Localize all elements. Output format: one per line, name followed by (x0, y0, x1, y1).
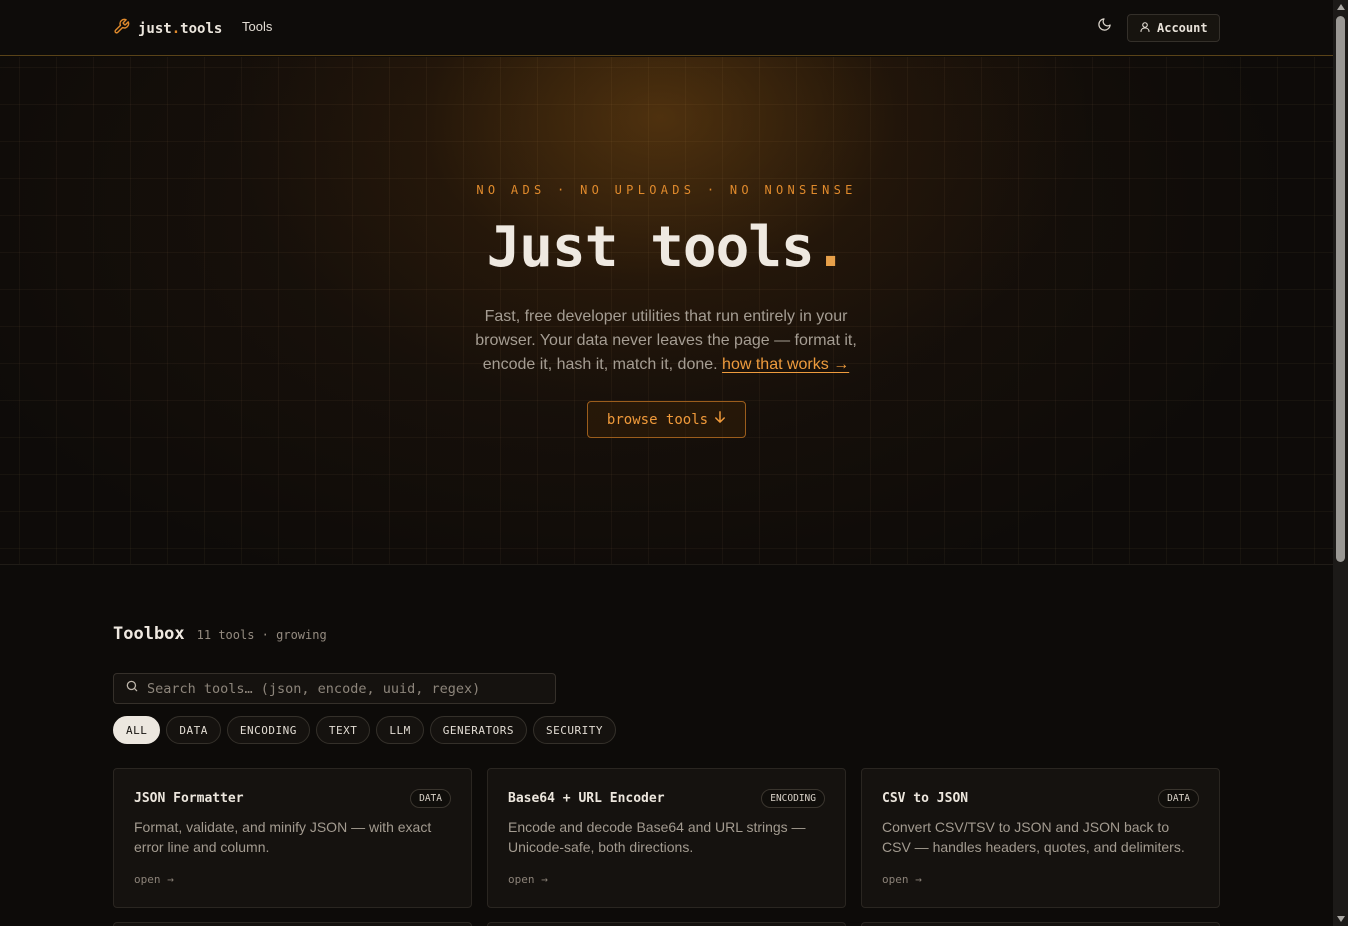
page-scrollbar[interactable] (1333, 0, 1348, 926)
tool-card-partial[interactable] (113, 922, 472, 926)
theme-toggle-button[interactable] (1094, 17, 1114, 37)
wrench-icon (113, 18, 130, 40)
filter-chip-generators[interactable]: GENERATORS (429, 716, 527, 744)
filter-chips: ALL DATA ENCODING TEXT LLM GENERATORS SE… (113, 716, 616, 744)
filter-chip-all[interactable]: ALL (113, 716, 161, 744)
logo-text: just.tools (138, 21, 223, 37)
tool-card-partial[interactable] (487, 922, 846, 926)
tool-card-title: CSV to JSON (882, 791, 969, 806)
scroll-up-arrow-icon[interactable] (1333, 0, 1348, 14)
arrow-down-icon (714, 411, 726, 428)
filter-chip-data[interactable]: DATA (166, 716, 221, 744)
tool-card-tag: ENCODING (761, 789, 825, 808)
tool-card-description: Format, validate, and minify JSON — with… (134, 819, 432, 855)
logo[interactable]: just.tools (113, 18, 222, 40)
tool-card-csv-to-json[interactable]: CSV to JSON DATA Convert CSV/TSV to JSON… (861, 768, 1220, 908)
tool-card-open-link[interactable]: open → (508, 873, 548, 886)
tool-card-tag: DATA (1158, 789, 1199, 808)
tool-card-partial[interactable] (861, 922, 1220, 926)
tool-card-tag: DATA (410, 789, 451, 808)
moon-icon (1097, 17, 1112, 37)
toolbox-count: 11 tools · growing (196, 628, 327, 642)
tool-card-title: JSON Formatter (134, 791, 244, 806)
search-input[interactable] (147, 680, 527, 697)
top-nav: just.tools Tools Account (0, 0, 1333, 56)
search-icon (125, 679, 139, 698)
nav-link-tools[interactable]: Tools (242, 19, 272, 34)
user-icon (1139, 21, 1151, 36)
filter-chip-security[interactable]: SECURITY (532, 716, 616, 744)
tool-card-title: Base64 + URL Encoder (508, 791, 665, 806)
hero-title: Just tools. (486, 215, 848, 280)
scrollbar-thumb[interactable] (1336, 16, 1345, 562)
browse-tools-button[interactable]: browse tools (587, 401, 746, 438)
browse-tools-label: browse tools (606, 411, 709, 428)
tool-card-description: Encode and decode Base64 and URL strings… (508, 819, 806, 855)
tool-card-base64-url-encoder[interactable]: Base64 + URL Encoder ENCODING Encode and… (487, 768, 846, 908)
hero-eyebrow: NO ADS · NO UPLOADS · NO NONSENSE (476, 183, 857, 197)
account-label: Account (1157, 21, 1208, 35)
toolbox-title: Toolbox (113, 624, 185, 644)
account-button[interactable]: Account (1127, 14, 1220, 42)
tool-card-open-link[interactable]: open → (882, 873, 922, 886)
filter-chip-encoding[interactable]: ENCODING (226, 716, 310, 744)
hero-subtitle: Fast, free developer utilities that run … (475, 308, 857, 373)
tool-card-description: Convert CSV/TSV to JSON and JSON back to… (882, 819, 1185, 855)
tool-card-open-link[interactable]: open → (134, 873, 174, 886)
scroll-down-arrow-icon[interactable] (1333, 912, 1348, 926)
hero-section: NO ADS · NO UPLOADS · NO NONSENSE Just t… (0, 57, 1333, 565)
tool-card-json-formatter[interactable]: JSON Formatter DATA Format, validate, an… (113, 768, 472, 908)
toolbox-header: Toolbox 11 tools · growing (113, 624, 327, 644)
filter-chip-llm[interactable]: LLM (376, 716, 424, 744)
filter-chip-text[interactable]: TEXT (315, 716, 371, 744)
search-box (113, 673, 556, 704)
how-it-works-link[interactable]: how that works → (722, 356, 849, 373)
